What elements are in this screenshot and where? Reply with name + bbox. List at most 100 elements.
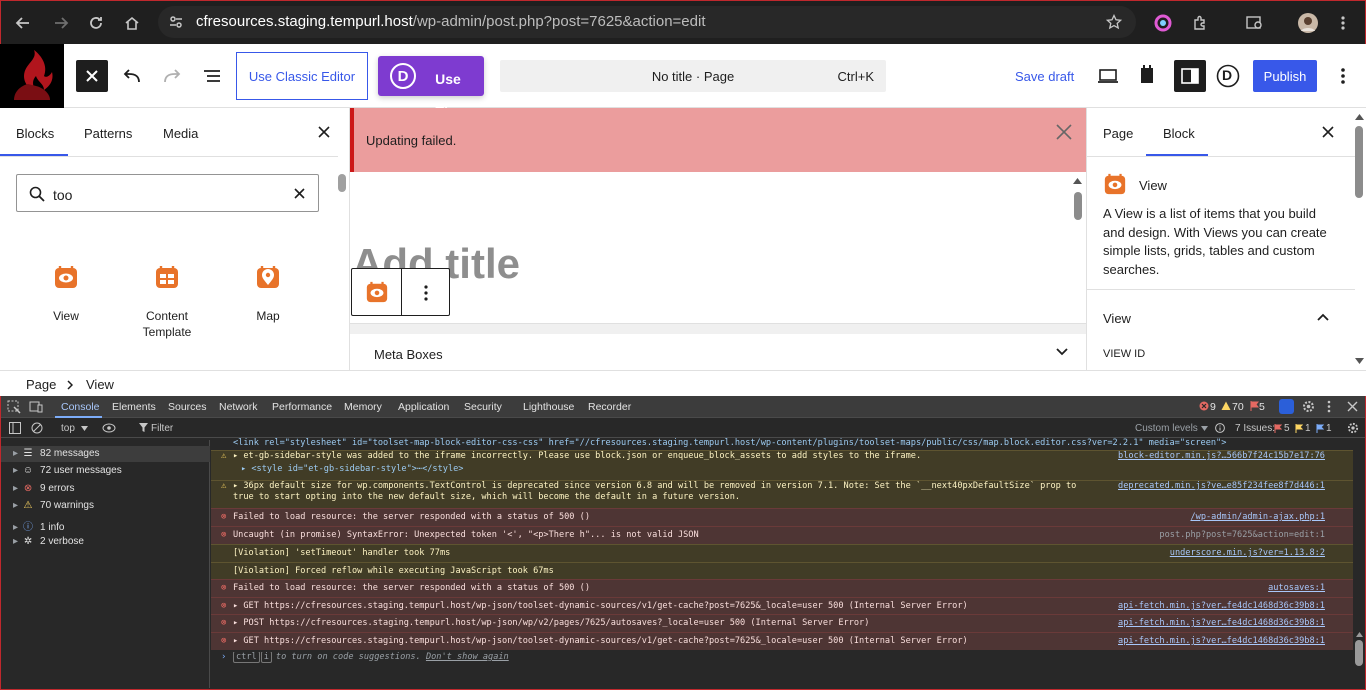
dont-show-again-link[interactable]: Don't show again	[426, 652, 509, 662]
tab-sources[interactable]: Sources	[168, 401, 207, 413]
document-overview-icon[interactable]	[200, 64, 224, 88]
preview-device-icon[interactable]	[1096, 64, 1120, 88]
log-row-error[interactable]: ⊗ Failed to load resource: the server re…	[211, 579, 1353, 597]
scrollbar[interactable]	[1355, 126, 1363, 198]
gear-icon[interactable]	[1302, 400, 1315, 413]
forward-arrow-icon[interactable]	[49, 11, 73, 35]
tab-lighthouse[interactable]: Lighthouse	[523, 401, 574, 413]
log-levels-dropdown[interactable]: Custom levels	[1135, 423, 1198, 434]
log-row-warning[interactable]: ⚠ ▸ et-gb-sidebar-style was added to the…	[211, 450, 1353, 480]
sidebar-toggle-icon[interactable]	[9, 422, 21, 434]
publish-button[interactable]: Publish	[1253, 60, 1317, 92]
tab-patterns[interactable]: Patterns	[84, 126, 132, 141]
log-row-violation[interactable]: [Violation] Forced reflow while executin…	[211, 562, 1353, 579]
log-row[interactable]: <link rel="stylesheet" id="toolset-map-b…	[211, 438, 1353, 450]
context-selector[interactable]: top	[61, 423, 75, 434]
divi-layers-icon[interactable]	[1135, 62, 1159, 86]
sidebar-item-info[interactable]: ▸ ⓘ 1 info	[13, 518, 65, 533]
divi-options-button[interactable]: D	[1216, 64, 1240, 88]
block-item-content-template[interactable]: Content Template	[127, 264, 207, 340]
sidebar-item-messages[interactable]: ▸ ☰ 82 messages	[13, 448, 100, 459]
command-palette-bar[interactable]: No title · Page Ctrl+K	[500, 60, 886, 92]
issues-label[interactable]: 7 Issues:	[1235, 423, 1275, 434]
view-block-icon[interactable]	[365, 280, 389, 304]
chevron-up-icon[interactable]	[1317, 313, 1329, 321]
extensions-puzzle-icon[interactable]	[1188, 11, 1212, 35]
site-logo-icon[interactable]	[0, 44, 64, 108]
issue-warning-count[interactable]: 1	[1305, 423, 1311, 434]
scroll-up-arrow-icon[interactable]	[1073, 178, 1082, 184]
console-settings-gear-icon[interactable]	[1347, 422, 1359, 434]
undo-icon[interactable]	[120, 64, 144, 88]
tab-security[interactable]: Security	[464, 401, 502, 413]
warning-count[interactable]: 70	[1232, 401, 1244, 413]
use-divi-builder-button[interactable]: D Use The Divi Builder	[378, 56, 484, 183]
clear-console-icon[interactable]	[31, 422, 43, 434]
breadcrumb-item-view[interactable]: View	[86, 377, 114, 392]
sidebar-item-warnings[interactable]: ▸ ⚠ 70 warnings	[13, 500, 94, 511]
tab-performance[interactable]: Performance	[272, 401, 332, 413]
browser-menu-icon[interactable]	[1331, 11, 1355, 35]
tab-memory[interactable]: Memory	[344, 401, 382, 413]
tab-console[interactable]: Console	[61, 401, 100, 413]
clear-search-icon[interactable]	[294, 188, 305, 199]
devtools-menu-icon[interactable]	[1327, 400, 1331, 413]
log-source-link[interactable]: underscore.min.js?ver=1.13.8:2	[1170, 545, 1325, 562]
scrollbar[interactable]	[338, 174, 346, 192]
bookmark-star-icon[interactable]	[1102, 10, 1126, 34]
block-options-icon[interactable]	[423, 284, 429, 302]
scrollbar[interactable]	[1355, 640, 1363, 666]
log-source-link[interactable]: post.php?post=7625&action=edit:1	[1159, 527, 1325, 544]
log-source-link[interactable]: api-fetch.min.js?ver…fe4dc1468d36c39b8:1	[1118, 633, 1325, 650]
sidebar-item-user-messages[interactable]: ▸ ☺ 72 user messages	[13, 465, 122, 476]
profile-avatar[interactable]	[1296, 11, 1320, 35]
tab-page[interactable]: Page	[1103, 126, 1133, 141]
inspect-element-icon[interactable]	[7, 400, 21, 414]
tab-block[interactable]: Block	[1163, 126, 1195, 141]
options-menu-icon[interactable]	[1331, 64, 1355, 88]
log-row-error[interactable]: ⊗ Uncaught (in promise) SyntaxError: Une…	[211, 526, 1353, 544]
scroll-up-arrow-icon[interactable]	[1356, 632, 1363, 637]
use-classic-editor-button[interactable]: Use Classic Editor	[236, 52, 368, 100]
meta-boxes-toggle[interactable]: Meta Boxes	[350, 334, 1086, 370]
close-devtools-icon[interactable]	[1347, 401, 1358, 412]
issue-error-count[interactable]: 5	[1284, 423, 1290, 434]
tab-application[interactable]: Application	[398, 401, 449, 413]
address-bar[interactable]: cfresources.staging.tempurl.host/wp-admi…	[158, 6, 1136, 38]
scroll-up-arrow-icon[interactable]	[1355, 114, 1364, 120]
tab-network[interactable]: Network	[219, 401, 258, 413]
log-source-link[interactable]: /wp-admin/admin-ajax.php:1	[1190, 509, 1325, 526]
tab-recorder[interactable]: Recorder	[588, 401, 631, 413]
scrollbar[interactable]	[1074, 192, 1082, 220]
tab-blocks[interactable]: Blocks	[16, 126, 54, 141]
tab-search-icon[interactable]	[1243, 11, 1267, 35]
scroll-down-arrow-icon[interactable]	[1355, 358, 1364, 364]
console-filter-input[interactable]: Filter	[131, 421, 1121, 436]
log-source-link[interactable]: api-fetch.min.js?ver…fe4dc1468d36c39b8:1	[1118, 598, 1325, 614]
block-item-map[interactable]: Map	[228, 264, 308, 324]
log-row-error[interactable]: ⊗ ▸ GET https://cfresources.staging.temp…	[211, 632, 1353, 650]
sidebar-item-errors[interactable]: ▸ ⊗ 9 errors	[13, 483, 74, 494]
reload-icon[interactable]	[84, 11, 108, 35]
home-icon[interactable]	[120, 11, 144, 35]
log-source-link[interactable]: deprecated.min.js?ve…e85f234fee8f7d446:1	[1118, 481, 1325, 492]
sidebar-item-verbose[interactable]: ▸ ✲ 2 verbose	[13, 536, 84, 547]
editor-iframe[interactable]: Add title	[350, 172, 1086, 330]
log-source-link[interactable]: api-fetch.min.js?ver…fe4dc1468d36c39b8:1	[1118, 615, 1325, 632]
copilot-icon[interactable]	[1279, 399, 1294, 414]
issue-info-count[interactable]: 1	[1326, 423, 1332, 434]
block-item-view[interactable]: View	[26, 264, 106, 324]
device-toolbar-icon[interactable]	[29, 400, 43, 414]
log-row-error[interactable]: ⊗ Failed to load resource: the server re…	[211, 508, 1353, 526]
live-expression-eye-icon[interactable]	[102, 423, 116, 433]
log-row-warning[interactable]: ⚠ ▸ 36px default size for wp.components.…	[211, 480, 1353, 508]
log-source-link[interactable]: block-editor.min.js?…566b7f24c15b7e17:76	[1118, 451, 1325, 462]
dismiss-notice-icon[interactable]	[1056, 124, 1072, 140]
settings-sidebar-toggle[interactable]	[1174, 60, 1206, 92]
tab-elements[interactable]: Elements	[112, 401, 156, 413]
close-icon[interactable]	[318, 126, 330, 138]
console-prompt[interactable]: › ctrl i to turn on code suggestions. Don'…	[211, 652, 1353, 666]
log-row-error[interactable]: ⊗ ▸ GET https://cfresources.staging.temp…	[211, 597, 1353, 614]
log-row-violation[interactable]: [Violation] 'setTimeout' handler took 77…	[211, 544, 1353, 562]
view-panel-toggle[interactable]: View	[1103, 311, 1131, 326]
